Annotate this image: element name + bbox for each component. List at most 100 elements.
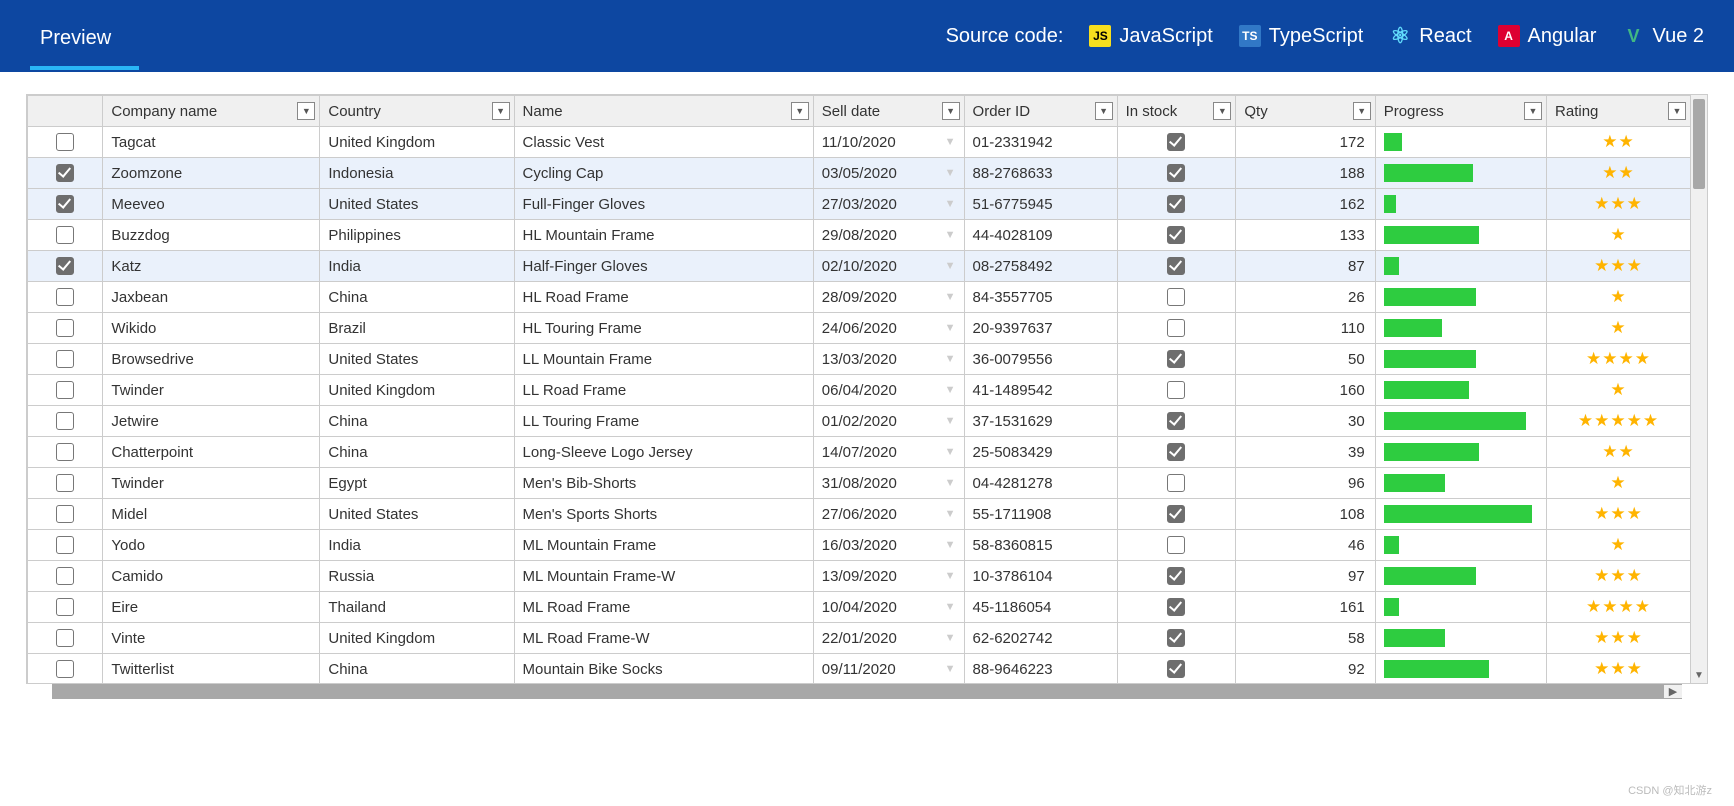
cell-qty[interactable]: 39 [1236, 437, 1375, 468]
cell-name[interactable]: LL Touring Frame [514, 406, 813, 437]
header-progress[interactable]: Progress [1375, 96, 1546, 127]
table-row[interactable]: YodoIndiaML Mountain Frame16/03/2020▼58-… [28, 530, 1691, 561]
cell-sell-date[interactable]: 11/10/2020▼ [813, 127, 964, 158]
date-picker-icon[interactable]: ▼ [945, 663, 956, 675]
cell-name[interactable]: ML Mountain Frame-W [514, 561, 813, 592]
date-picker-icon[interactable]: ▼ [945, 539, 956, 551]
row-select-checkbox[interactable] [56, 598, 74, 616]
tab-preview[interactable]: Preview [30, 5, 121, 68]
date-picker-icon[interactable]: ▼ [945, 601, 956, 613]
cell-qty[interactable]: 96 [1236, 468, 1375, 499]
date-picker-icon[interactable]: ▼ [945, 322, 956, 334]
cell-order-id[interactable]: 25-5083429 [964, 437, 1117, 468]
vertical-scrollbar[interactable]: ▲ ▼ [1691, 95, 1707, 683]
row-select-checkbox[interactable] [56, 474, 74, 492]
cell-company[interactable]: Twinder [103, 375, 320, 406]
cell-order-id[interactable]: 20-9397637 [964, 313, 1117, 344]
cell-rating[interactable]: ★ [1547, 282, 1691, 313]
cell-qty[interactable]: 172 [1236, 127, 1375, 158]
cell-company[interactable]: Yodo [103, 530, 320, 561]
cell-sell-date[interactable]: 06/04/2020▼ [813, 375, 964, 406]
cell-qty[interactable]: 160 [1236, 375, 1375, 406]
cell-order-id[interactable]: 41-1489542 [964, 375, 1117, 406]
cell-rating[interactable]: ★★★ [1547, 561, 1691, 592]
date-picker-icon[interactable]: ▼ [945, 570, 956, 582]
lang-typescript[interactable]: TS TypeScript [1239, 25, 1363, 48]
cell-company[interactable]: Midel [103, 499, 320, 530]
date-picker-icon[interactable]: ▼ [945, 477, 956, 489]
table-row[interactable]: TagcatUnited KingdomClassic Vest11/10/20… [28, 127, 1691, 158]
cell-order-id[interactable]: 45-1186054 [964, 592, 1117, 623]
h-scroll-thumb[interactable] [52, 684, 1664, 699]
filter-icon[interactable] [942, 102, 960, 120]
in-stock-checkbox[interactable] [1167, 226, 1185, 244]
header-company[interactable]: Company name [103, 96, 320, 127]
cell-country[interactable]: United Kingdom [320, 375, 514, 406]
row-select-checkbox[interactable] [56, 195, 74, 213]
cell-country[interactable]: Thailand [320, 592, 514, 623]
in-stock-checkbox[interactable] [1167, 536, 1185, 554]
lang-react[interactable]: ⚛ React [1389, 25, 1471, 48]
header-sell-date[interactable]: Sell date [813, 96, 964, 127]
cell-name[interactable]: ML Mountain Frame [514, 530, 813, 561]
cell-rating[interactable]: ★ [1547, 313, 1691, 344]
cell-order-id[interactable]: 84-3557705 [964, 282, 1117, 313]
cell-sell-date[interactable]: 31/08/2020▼ [813, 468, 964, 499]
cell-sell-date[interactable]: 24/06/2020▼ [813, 313, 964, 344]
cell-name[interactable]: Classic Vest [514, 127, 813, 158]
cell-name[interactable]: ML Road Frame [514, 592, 813, 623]
date-picker-icon[interactable]: ▼ [945, 415, 956, 427]
filter-icon[interactable] [492, 102, 510, 120]
cell-qty[interactable]: 46 [1236, 530, 1375, 561]
cell-sell-date[interactable]: 14/07/2020▼ [813, 437, 964, 468]
grid-scroll[interactable]: Company name Country Name Sell date Orde… [26, 94, 1708, 684]
cell-sell-date[interactable]: 10/04/2020▼ [813, 592, 964, 623]
row-select-checkbox[interactable] [56, 505, 74, 523]
date-picker-icon[interactable]: ▼ [945, 136, 956, 148]
cell-order-id[interactable]: 44-4028109 [964, 220, 1117, 251]
cell-country[interactable]: United Kingdom [320, 127, 514, 158]
in-stock-checkbox[interactable] [1167, 660, 1185, 678]
cell-name[interactable]: Men's Bib-Shorts [514, 468, 813, 499]
cell-country[interactable]: China [320, 437, 514, 468]
table-row[interactable]: ZoomzoneIndonesiaCycling Cap03/05/2020▼8… [28, 158, 1691, 189]
cell-rating[interactable]: ★ [1547, 530, 1691, 561]
table-row[interactable]: JetwireChinaLL Touring Frame01/02/2020▼3… [28, 406, 1691, 437]
filter-icon[interactable] [1353, 102, 1371, 120]
cell-name[interactable]: Men's Sports Shorts [514, 499, 813, 530]
cell-company[interactable]: Jaxbean [103, 282, 320, 313]
cell-country[interactable]: China [320, 654, 514, 685]
cell-qty[interactable]: 162 [1236, 189, 1375, 220]
cell-rating[interactable]: ★ [1547, 220, 1691, 251]
in-stock-checkbox[interactable] [1167, 133, 1185, 151]
cell-company[interactable]: Katz [103, 251, 320, 282]
cell-order-id[interactable]: 88-9646223 [964, 654, 1117, 685]
cell-rating[interactable]: ★★★ [1547, 251, 1691, 282]
filter-icon[interactable] [1524, 102, 1542, 120]
in-stock-checkbox[interactable] [1167, 474, 1185, 492]
lang-javascript[interactable]: JS JavaScript [1089, 25, 1212, 48]
filter-icon[interactable] [1213, 102, 1231, 120]
table-row[interactable]: JaxbeanChinaHL Road Frame28/09/2020▼84-3… [28, 282, 1691, 313]
cell-company[interactable]: Twinder [103, 468, 320, 499]
in-stock-checkbox[interactable] [1167, 412, 1185, 430]
cell-company[interactable]: Tagcat [103, 127, 320, 158]
cell-country[interactable]: China [320, 406, 514, 437]
cell-country[interactable]: Indonesia [320, 158, 514, 189]
cell-company[interactable]: Meeveo [103, 189, 320, 220]
cell-sell-date[interactable]: 16/03/2020▼ [813, 530, 964, 561]
cell-order-id[interactable]: 01-2331942 [964, 127, 1117, 158]
cell-country[interactable]: Egypt [320, 468, 514, 499]
row-select-checkbox[interactable] [56, 629, 74, 647]
cell-qty[interactable]: 108 [1236, 499, 1375, 530]
horizontal-scrollbar[interactable]: ▶ [52, 684, 1682, 699]
cell-name[interactable]: Cycling Cap [514, 158, 813, 189]
cell-order-id[interactable]: 10-3786104 [964, 561, 1117, 592]
cell-qty[interactable]: 92 [1236, 654, 1375, 685]
cell-rating[interactable]: ★★ [1547, 437, 1691, 468]
filter-icon[interactable] [1668, 102, 1686, 120]
row-select-checkbox[interactable] [56, 660, 74, 678]
filter-icon[interactable] [1095, 102, 1113, 120]
cell-company[interactable]: Zoomzone [103, 158, 320, 189]
cell-company[interactable]: Browsedrive [103, 344, 320, 375]
